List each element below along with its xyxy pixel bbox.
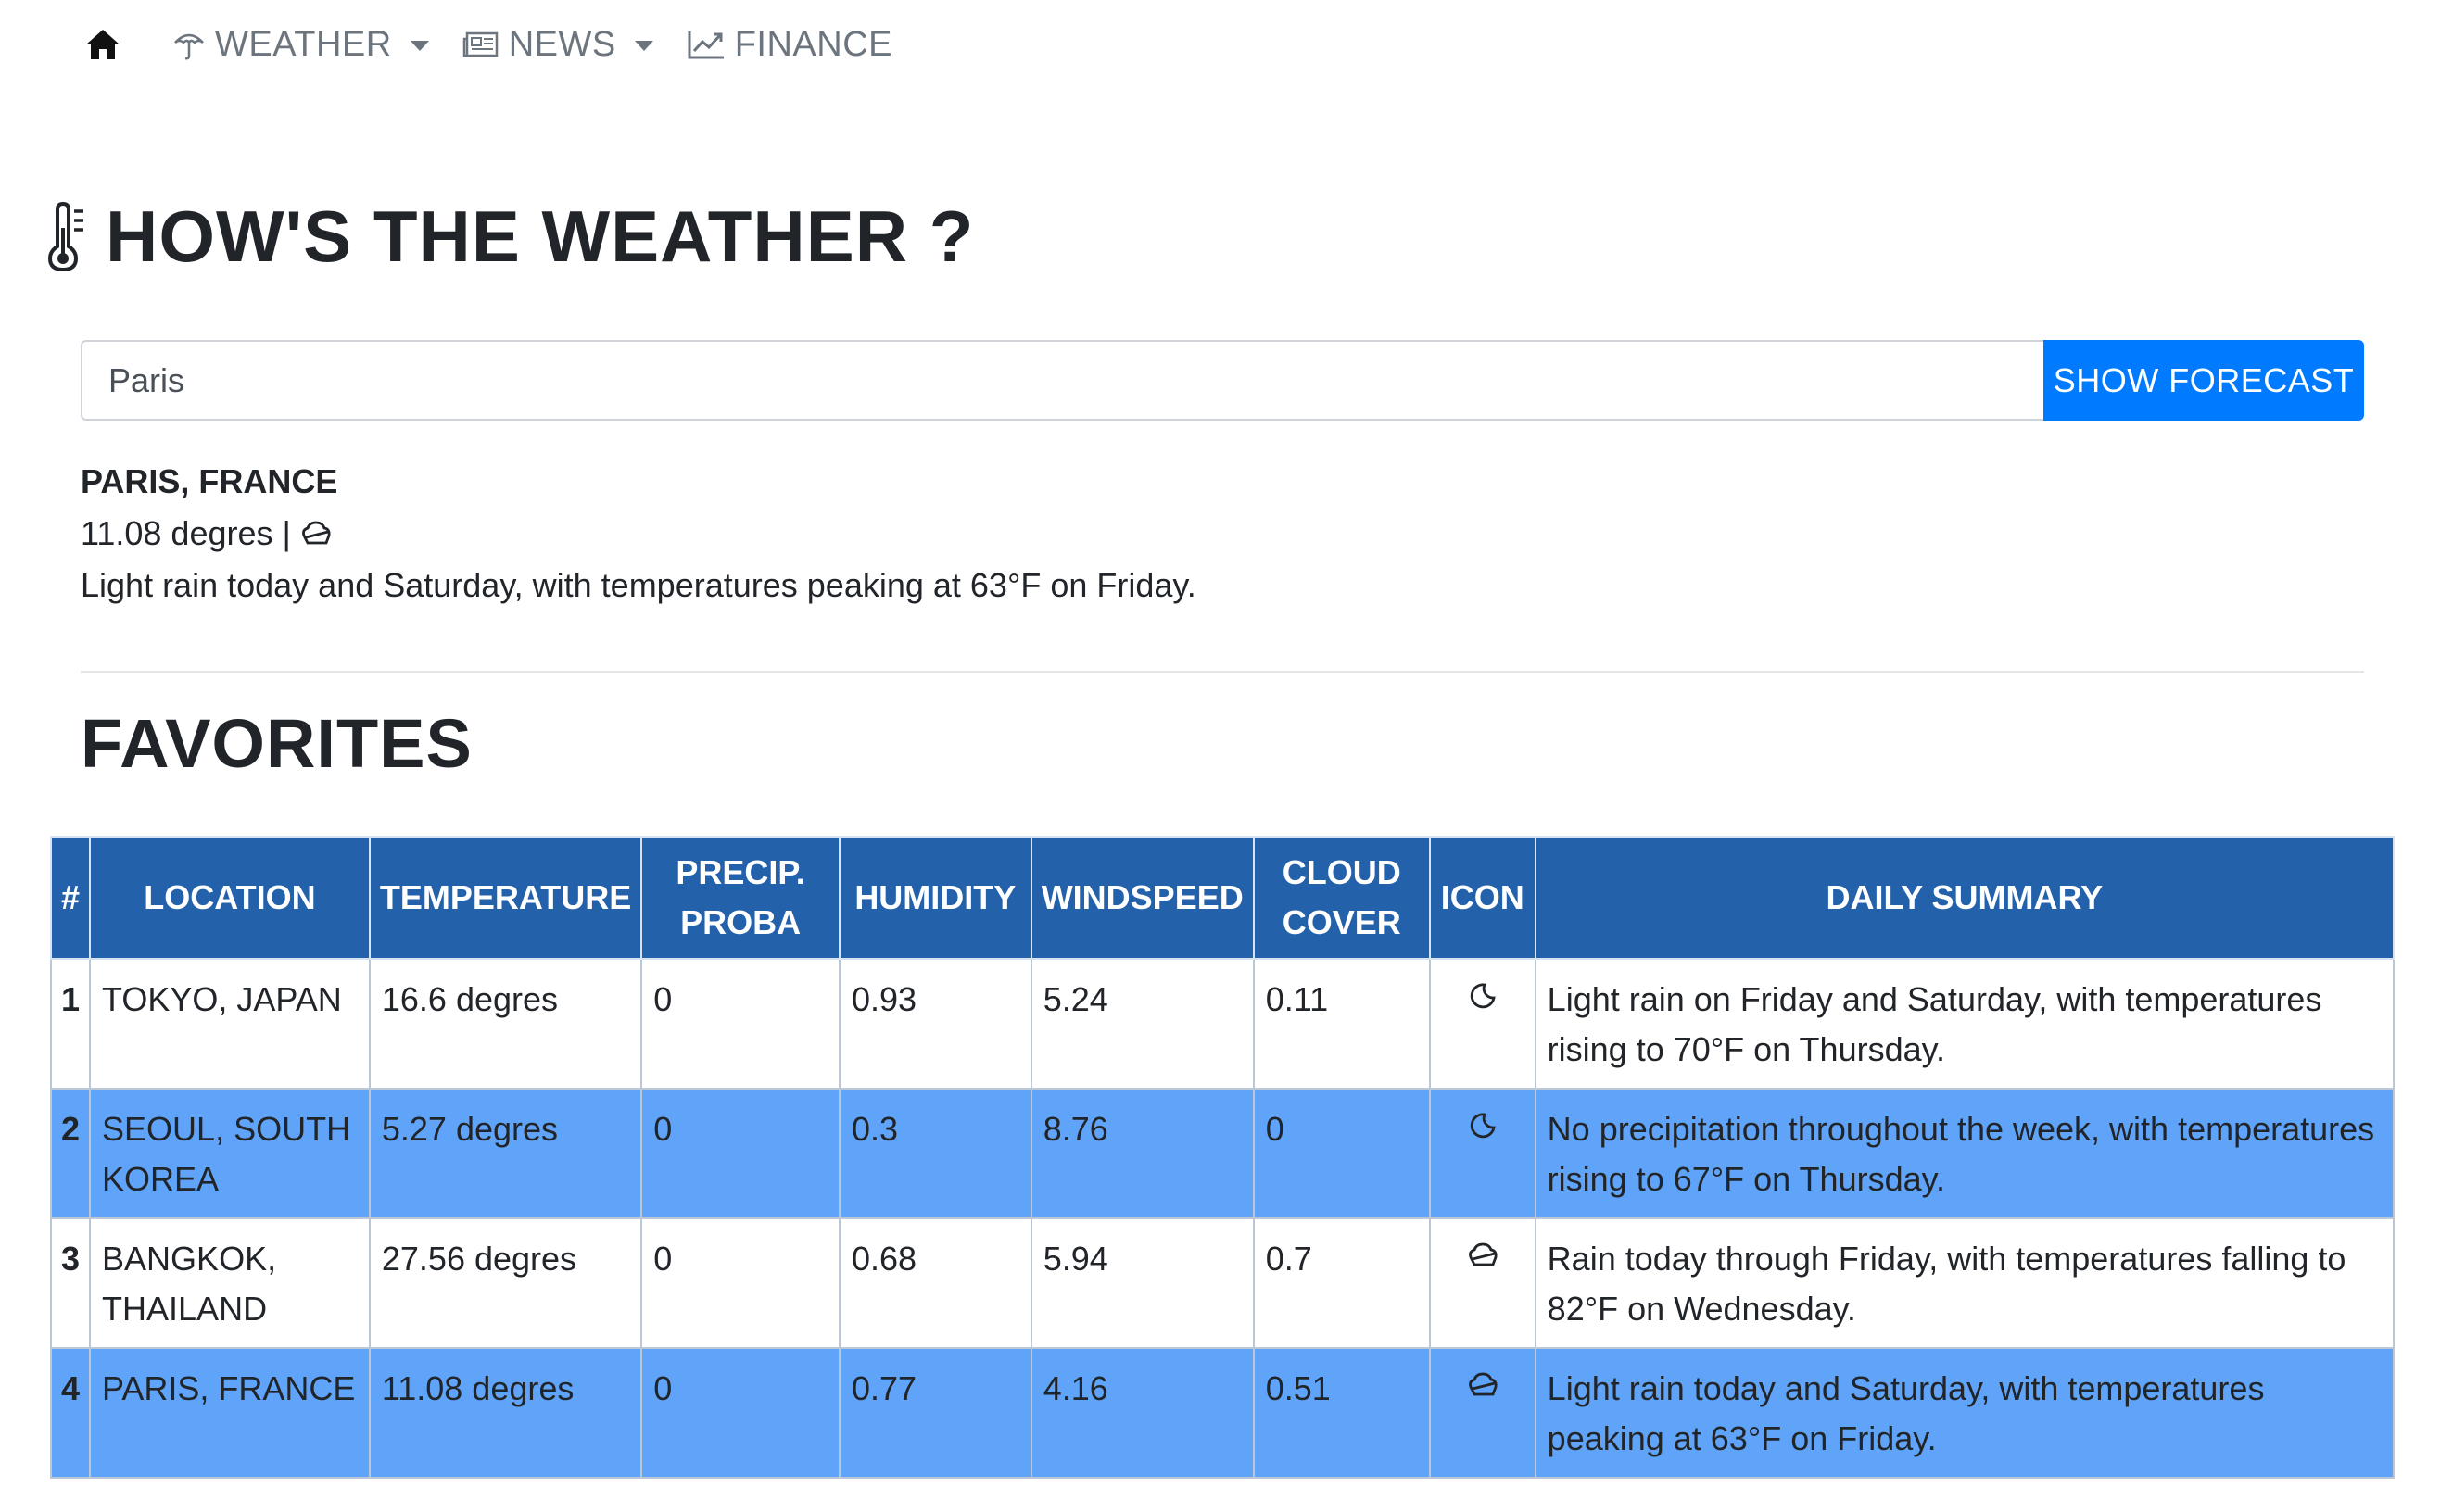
location-cell: SEOUL, SOUTH KOREA (89, 1088, 371, 1219)
page-header: HOW'S THE WEATHER ? (44, 195, 974, 279)
column-header: TEMPERATURE (368, 836, 643, 960)
location-cell: TOKYO, JAPAN (89, 958, 371, 1090)
search-input[interactable] (81, 340, 2043, 421)
clear-night-icon (1470, 983, 1496, 1009)
temperature-cell: 16.6 degres (368, 958, 643, 1090)
chevron-down-icon (634, 40, 653, 51)
favorites-title: FAVORITES (81, 705, 473, 782)
page-title: HOW'S THE WEATHER ? (106, 195, 975, 277)
daily-summary-cell: No precipitation throughout the week, wi… (1534, 1088, 2396, 1219)
thermometer-icon (47, 201, 83, 271)
location-cell: PARIS, FRANCE (89, 1347, 371, 1479)
windspeed-cell: 4.16 (1030, 1347, 1255, 1479)
icon-cell (1428, 958, 1536, 1090)
current-temperature: 11.08 degres (81, 514, 273, 552)
daily-summary-cell: Light rain today and Saturday, with temp… (1534, 1347, 2396, 1479)
precip-cell: 0 (640, 1088, 841, 1219)
table-row[interactable]: 3 BANGKOK, THAILAND 27.56 degres 0 0.68 … (49, 1217, 2396, 1349)
home-icon (86, 30, 120, 59)
precip-cell: 0 (640, 958, 841, 1090)
humidity-cell: 0.3 (838, 1088, 1032, 1219)
column-header: LOCATION (89, 836, 371, 960)
cloud-cover-cell: 0.51 (1252, 1347, 1431, 1479)
column-header: CLOUD COVER (1252, 836, 1431, 960)
icon-cell (1428, 1217, 1536, 1349)
column-header: HUMIDITY (838, 836, 1032, 960)
column-header: WINDSPEED (1030, 836, 1255, 960)
chevron-down-icon (410, 40, 429, 51)
table-row[interactable]: 2 SEOUL, SOUTH KOREA 5.27 degres 0 0.3 8… (49, 1088, 2396, 1219)
current-weather: PARIS, FRANCE 11.08 degres | Light rain … (81, 456, 1196, 611)
daily-summary-cell: Rain today through Friday, with temperat… (1534, 1217, 2396, 1349)
top-navbar: WEATHER NEWS FINANCE (0, 0, 2453, 89)
location-cell: BANGKOK, THAILAND (89, 1217, 371, 1349)
partly-cloudy-night-icon (1468, 1242, 1498, 1266)
column-header: PRECIP. PROBA (640, 836, 841, 960)
precip-cell: 0 (640, 1217, 841, 1349)
daily-summary-cell: Light rain on Friday and Saturday, with … (1534, 958, 2396, 1090)
nav-weather-label: WEATHER (215, 24, 392, 64)
icon-cell (1428, 1347, 1536, 1479)
column-header: ICON (1428, 836, 1536, 960)
windspeed-cell: 5.94 (1030, 1217, 1255, 1349)
row-number: 1 (49, 958, 92, 1090)
temperature-cell: 27.56 degres (368, 1217, 643, 1349)
umbrella-icon (172, 28, 206, 61)
table-row[interactable]: 4 PARIS, FRANCE 11.08 degres 0 0.77 4.16… (49, 1347, 2396, 1479)
row-number: 2 (49, 1088, 92, 1219)
row-number: 4 (49, 1347, 92, 1479)
humidity-cell: 0.77 (838, 1347, 1032, 1479)
table-row[interactable]: 1 TOKYO, JAPAN 16.6 degres 0 0.93 5.24 0… (49, 958, 2396, 1090)
windspeed-cell: 5.24 (1030, 958, 1255, 1090)
temperature-cell: 5.27 degres (368, 1088, 643, 1219)
search-group: SHOW FORECAST (81, 340, 2364, 421)
current-summary: Light rain today and Saturday, with temp… (81, 566, 1196, 604)
show-forecast-button[interactable]: SHOW FORECAST (2043, 340, 2364, 421)
nav-finance[interactable]: FINANCE (687, 25, 892, 65)
newspaper-icon (462, 30, 499, 59)
cloud-cover-cell: 0.11 (1252, 958, 1431, 1090)
table-header-row: # LOCATION TEMPERATURE PRECIP. PROBA HUM… (49, 836, 2396, 960)
rain-cloud-icon (301, 521, 331, 545)
partly-cloudy-night-icon (1468, 1372, 1498, 1396)
home-link[interactable] (80, 21, 126, 68)
cloud-cover-cell: 0.7 (1252, 1217, 1431, 1349)
humidity-cell: 0.93 (838, 958, 1032, 1090)
humidity-cell: 0.68 (838, 1217, 1032, 1349)
favorites-table: # LOCATION TEMPERATURE PRECIP. PROBA HUM… (49, 836, 2396, 1479)
divider (81, 671, 2364, 673)
icon-cell (1428, 1088, 1536, 1219)
row-number: 3 (49, 1217, 92, 1349)
cloud-cover-cell: 0 (1252, 1088, 1431, 1219)
nav-finance-label: FINANCE (734, 24, 892, 64)
separator: | (282, 514, 291, 552)
chart-line-icon (687, 29, 726, 60)
nav-news[interactable]: NEWS (462, 25, 653, 65)
nav-weather[interactable]: WEATHER (172, 25, 429, 65)
column-header: # (49, 836, 92, 960)
current-temp-line: 11.08 degres | (81, 508, 1196, 560)
column-header: DAILY SUMMARY (1534, 836, 2396, 960)
precip-cell: 0 (640, 1347, 841, 1479)
windspeed-cell: 8.76 (1030, 1088, 1255, 1219)
nav-news-label: NEWS (508, 24, 616, 64)
clear-night-icon (1470, 1113, 1496, 1139)
temperature-cell: 11.08 degres (368, 1347, 643, 1479)
current-city: PARIS, FRANCE (81, 462, 338, 500)
